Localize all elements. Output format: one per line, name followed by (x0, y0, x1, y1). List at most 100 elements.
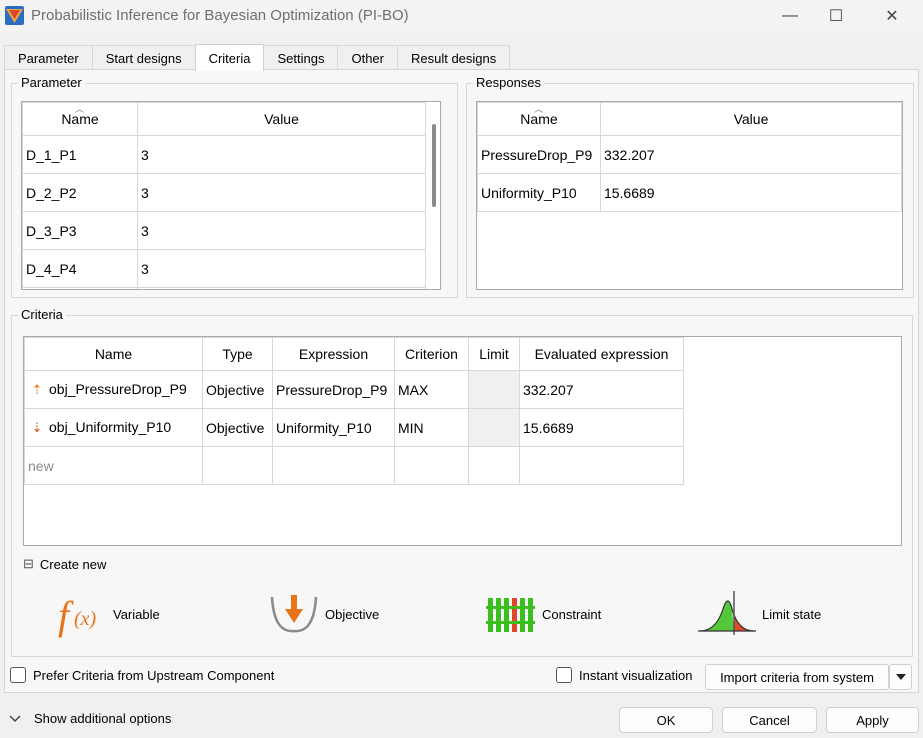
table-row[interactable]: new (24, 446, 684, 485)
instant-visualization-checkbox[interactable] (556, 667, 572, 683)
parameter-value-header[interactable]: Value (137, 102, 426, 136)
responses-table[interactable]: ︿ Name Value PressureDrop_P9 332.207 Unif… (476, 101, 903, 290)
vertical-scrollbar[interactable] (432, 124, 436, 207)
chevron-down-icon (9, 714, 21, 722)
parameter-name-cell[interactable]: D_2_P2 (22, 173, 138, 212)
response-name-cell[interactable]: Uniformity_P10 (477, 173, 601, 212)
table-row[interactable]: Uniformity_P10 15.6689 (477, 173, 902, 212)
create-new-label: Create new (39, 556, 107, 572)
chevron-down-icon (895, 674, 906, 680)
sort-ascending-icon: ︿ (75, 104, 85, 114)
table-row[interactable]: D_4_P4 3 (22, 249, 426, 288)
prefer-upstream-label: Prefer Criteria from Upstream Component (33, 667, 275, 683)
limit-state-label: Limit state (762, 606, 822, 622)
create-limit-state-button[interactable]: Limit state (698, 589, 821, 639)
table-row[interactable]: ⇡ obj_PressureDrop_P9 Objective PressureD… (24, 370, 684, 409)
criteria-criterion-cell[interactable]: MAX (394, 370, 469, 409)
instant-visualization-option[interactable]: Instant visualization (556, 667, 692, 683)
constraint-icon (486, 598, 535, 632)
parameter-value-cell[interactable]: 3 (137, 249, 426, 288)
parameter-value-cell[interactable]: 3 (137, 173, 426, 212)
import-criteria-button[interactable]: Import criteria from system (705, 664, 889, 690)
criteria-criterion-header[interactable]: Criterion (394, 337, 469, 371)
tab-bar: Parameter Start designs Criteria Setting… (4, 44, 511, 71)
prefer-upstream-checkbox[interactable] (10, 667, 26, 683)
minimize-button[interactable]: — (767, 0, 813, 32)
response-value-header[interactable]: Value (599, 102, 902, 136)
constraint-label: Constraint (542, 606, 602, 622)
limit-state-icon (698, 591, 756, 635)
parameter-table[interactable]: ︿ Name Value D_1_P1 3 D_2_P2 3 D_3_P3 3 D… (21, 101, 441, 290)
criteria-evaluated-cell[interactable]: 15.6689 (519, 408, 684, 447)
parameter-value-cell[interactable]: 3 (137, 211, 426, 250)
criteria-expression-header[interactable]: Expression (272, 337, 395, 371)
criteria-type-header[interactable]: Type (202, 337, 273, 371)
responses-group: Responses ︿ Name Value PressureDrop_P9 33… (466, 75, 914, 298)
criteria-evaluated-header[interactable]: Evaluated expression (519, 337, 684, 371)
criteria-limit-cell[interactable] (468, 370, 520, 409)
response-value-cell[interactable]: 332.207 (599, 135, 902, 174)
criteria-criterion-cell[interactable]: MIN (394, 408, 469, 447)
tab-parameter[interactable]: Parameter (4, 45, 93, 70)
tab-start-designs[interactable]: Start designs (91, 45, 196, 70)
table-row[interactable]: D_3_P3 3 (22, 211, 426, 250)
create-variable-button[interactable]: f (x) Variable (56, 589, 160, 639)
criteria-group-title: Criteria (18, 307, 66, 322)
parameter-name-cell[interactable]: D_1_P1 (22, 135, 138, 174)
prefer-upstream-option[interactable]: Prefer Criteria from Upstream Component (10, 667, 274, 683)
close-button[interactable]: ✕ (869, 0, 915, 32)
criteria-limit-cell[interactable] (468, 408, 520, 447)
function-icon: f (x) (58, 593, 97, 638)
parameter-name-header[interactable]: ︿ Name (22, 102, 138, 136)
create-new-toggle[interactable]: ⊟ Create new (23, 556, 106, 572)
show-additional-options[interactable]: Show additional options (9, 711, 171, 726)
tab-result-designs[interactable]: Result designs (396, 45, 511, 70)
response-value-cell[interactable]: 15.6689 (599, 173, 902, 212)
response-name-cell[interactable]: PressureDrop_P9 (477, 135, 601, 174)
criteria-name-cell[interactable]: ⇡ obj_PressureDrop_P9 (24, 370, 203, 409)
create-objective-button[interactable]: Objective (269, 589, 379, 639)
criteria-evaluated-cell[interactable]: 332.207 (519, 370, 684, 409)
arrow-up-icon: ⇡ (31, 382, 43, 397)
window-title: Probabilistic Inference for Bayesian Opt… (31, 7, 409, 24)
title-bar: Probabilistic Inference for Bayesian Opt… (0, 0, 923, 32)
criteria-limit-header[interactable]: Limit (468, 337, 520, 371)
table-row (22, 287, 426, 289)
criteria-expression-cell[interactable]: PressureDrop_P9 (272, 370, 395, 409)
criteria-name-header[interactable]: Name (24, 337, 203, 371)
create-constraint-button[interactable]: Constraint (485, 589, 601, 639)
criteria-table[interactable]: Name Type Expression Criterion Limit Eva… (23, 336, 902, 546)
response-name-header[interactable]: ︿ Name (477, 102, 601, 136)
sort-ascending-icon: ︿ (533, 104, 543, 114)
table-row[interactable]: PressureDrop_P9 332.207 (477, 135, 902, 174)
table-row[interactable]: D_1_P1 3 (22, 135, 426, 174)
cancel-button[interactable]: Cancel (722, 707, 817, 733)
parameter-name-cell[interactable]: D_4_P4 (22, 249, 138, 288)
criteria-expression-cell[interactable]: Uniformity_P10 (272, 408, 395, 447)
objective-icon (270, 595, 318, 633)
criteria-tab-panel: Parameter ︿ Name Value D_1_P1 3 D_2_P2 3 … (4, 69, 919, 693)
show-additional-label: Show additional options (34, 711, 172, 726)
parameter-value-cell[interactable]: 3 (137, 135, 426, 174)
tab-criteria[interactable]: Criteria (194, 44, 265, 71)
criteria-name-cell[interactable]: ⇣ obj_Uniformity_P10 (24, 408, 203, 447)
maximize-button[interactable]: ☐ (813, 0, 859, 32)
tab-other[interactable]: Other (337, 45, 398, 70)
apply-button[interactable]: Apply (826, 707, 919, 733)
svg-text:f: f (58, 593, 74, 638)
arrow-down-icon: ⇣ (31, 420, 43, 435)
ok-button[interactable]: OK (619, 707, 713, 733)
table-row[interactable]: D_2_P2 3 (22, 173, 426, 212)
parameter-name-cell[interactable]: D_3_P3 (22, 211, 138, 250)
import-dropdown-button[interactable] (889, 664, 912, 690)
criteria-type-cell[interactable]: Objective (202, 370, 273, 409)
objective-label: Objective (325, 606, 380, 622)
table-row[interactable]: ⇣ obj_Uniformity_P10 Objective Uniformity… (24, 408, 684, 447)
responses-group-title: Responses (473, 75, 545, 90)
parameter-group-title: Parameter (18, 75, 85, 90)
tab-settings[interactable]: Settings (263, 45, 339, 70)
svg-text:(x): (x) (74, 608, 97, 630)
criteria-type-cell[interactable]: Objective (202, 408, 273, 447)
criteria-new-row-cell[interactable]: new (24, 446, 203, 485)
app-logo-icon (5, 6, 24, 25)
